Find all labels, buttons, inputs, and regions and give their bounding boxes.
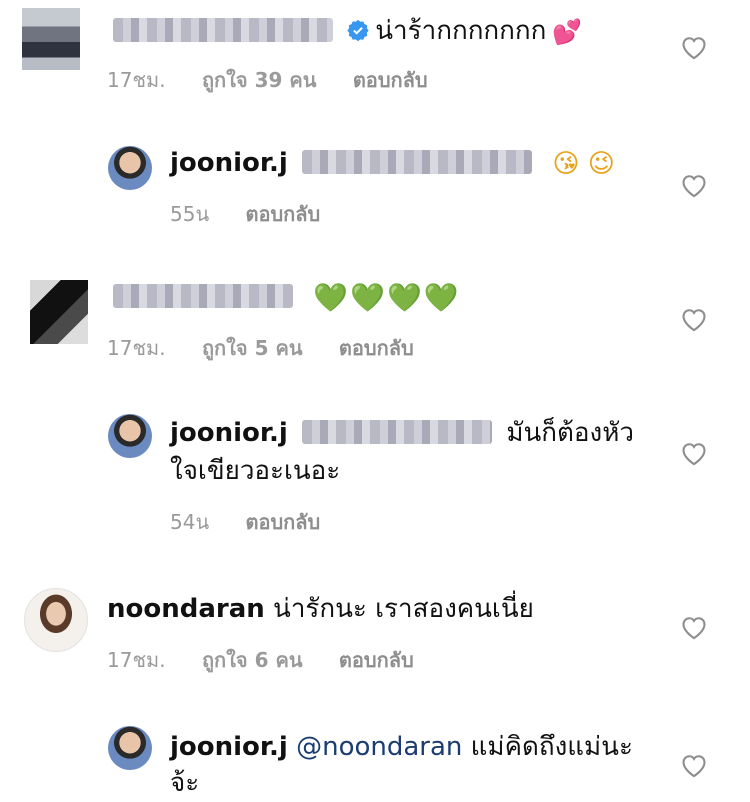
username[interactable]: noondaran: [107, 594, 265, 624]
avatar[interactable]: [22, 8, 80, 70]
reply-button[interactable]: ตอบกลับ: [339, 336, 414, 360]
comment-3: 💚💚💚💚 17ชม. ถูกใจ 5 คน ตอบกลับ: [0, 268, 750, 378]
comment-text: joonior.j 😘 😉: [170, 144, 615, 183]
heart-outline-icon[interactable]: [680, 172, 708, 198]
heart-outline-icon[interactable]: [680, 752, 708, 778]
like-count[interactable]: ถูกใจ 6 คน: [202, 648, 303, 672]
comment-6-reply: joonior.j @noondaran แม่คิดถึงแม่นะ จ้ะ: [0, 710, 750, 802]
comment-text-line2: ใจเขียวอะเนอะ: [170, 452, 340, 490]
avatar-joonior[interactable]: [108, 146, 152, 190]
username[interactable]: joonior.j: [170, 148, 288, 178]
comment-body-2: จ้ะ: [170, 768, 200, 798]
username[interactable]: joonior.j: [170, 418, 288, 448]
comment-5: noondaran น่ารักนะ เราสองคนเนี่ย 17ชม. ถ…: [0, 580, 750, 690]
blurred-username[interactable]: [113, 283, 293, 308]
comment-meta: 55น ตอบกลับ: [170, 198, 350, 230]
comment-4-reply: joonior.j มันก็ต้องหัว ใจเขียวอะเนอะ 54น…: [0, 400, 750, 540]
comment-2-reply: joonior.j 😘 😉 55น ตอบกลับ: [0, 130, 750, 240]
reply-button[interactable]: ตอบกลับ: [245, 510, 320, 534]
heart-outline-icon[interactable]: [680, 440, 708, 466]
comment-text-line1: joonior.j มันก็ต้องหัว: [170, 414, 634, 452]
comment-body-1: แม่คิดถึงแม่นะ: [470, 732, 633, 762]
comment-1: น่าร้ากกกกกกก 💕 17ชม. ถูกใจ 39 คน ตอบกลับ: [0, 0, 750, 110]
two-hearts-emoji: 💕: [552, 17, 583, 46]
like-count[interactable]: ถูกใจ 5 คน: [202, 336, 303, 360]
comment-text-line2: จ้ะ: [170, 764, 199, 802]
comment-text: noondaran น่ารักนะ เราสองคนเนี่ย: [107, 590, 534, 628]
reply-button[interactable]: ตอบกลับ: [339, 648, 414, 672]
blurred-mention[interactable]: [302, 419, 493, 444]
comment-meta: 17ชม. ถูกใจ 39 คน ตอบกลับ: [107, 64, 458, 96]
comment-meta: 17ชม. ถูกใจ 6 คน ตอบกลับ: [107, 644, 444, 676]
blurred-mention[interactable]: [302, 149, 533, 174]
avatar-noondaran[interactable]: [24, 588, 88, 652]
comment-body-1: มันก็ต้องหัว: [506, 418, 634, 448]
heart-outline-icon[interactable]: [680, 34, 708, 60]
avatar[interactable]: [30, 280, 88, 344]
timestamp: 54น: [170, 510, 210, 534]
reply-button[interactable]: ตอบกลับ: [353, 68, 428, 92]
timestamp: 17ชม.: [107, 68, 166, 92]
comment-meta: 17ชม. ถูกใจ 5 คน ตอบกลับ: [107, 332, 444, 364]
verified-icon: [347, 19, 369, 41]
comment-meta: 54น ตอบกลับ: [170, 506, 350, 538]
timestamp: 17ชม.: [107, 336, 166, 360]
comment-body-2: ใจเขียวอะเนอะ: [170, 456, 341, 486]
comment-body: น่ารักนะ เราสองคนเนี่ย: [273, 594, 534, 624]
comment-body: น่าร้ากกกกกกก: [375, 16, 547, 46]
comment-text: น่าร้ากกกกกกก 💕: [107, 12, 582, 51]
comment-text-line1: joonior.j @noondaran แม่คิดถึงแม่นะ: [170, 728, 633, 766]
heart-outline-icon[interactable]: [680, 614, 708, 640]
green-hearts-emoji: 💚💚💚💚: [313, 280, 461, 314]
avatar-joonior[interactable]: [108, 726, 152, 770]
heart-outline-icon[interactable]: [680, 306, 708, 332]
username[interactable]: joonior.j: [170, 732, 288, 762]
comment-text: 💚💚💚💚: [107, 278, 461, 317]
like-count[interactable]: ถูกใจ 39 คน: [202, 68, 317, 92]
kiss-wink-emoji: 😘 😉: [552, 148, 615, 179]
timestamp: 55น: [170, 202, 210, 226]
timestamp: 17ชม.: [107, 648, 166, 672]
reply-button[interactable]: ตอบกลับ: [245, 202, 320, 226]
blurred-username[interactable]: [113, 17, 333, 42]
mention-link[interactable]: @noondaran: [296, 732, 462, 762]
avatar-joonior[interactable]: [108, 414, 152, 458]
